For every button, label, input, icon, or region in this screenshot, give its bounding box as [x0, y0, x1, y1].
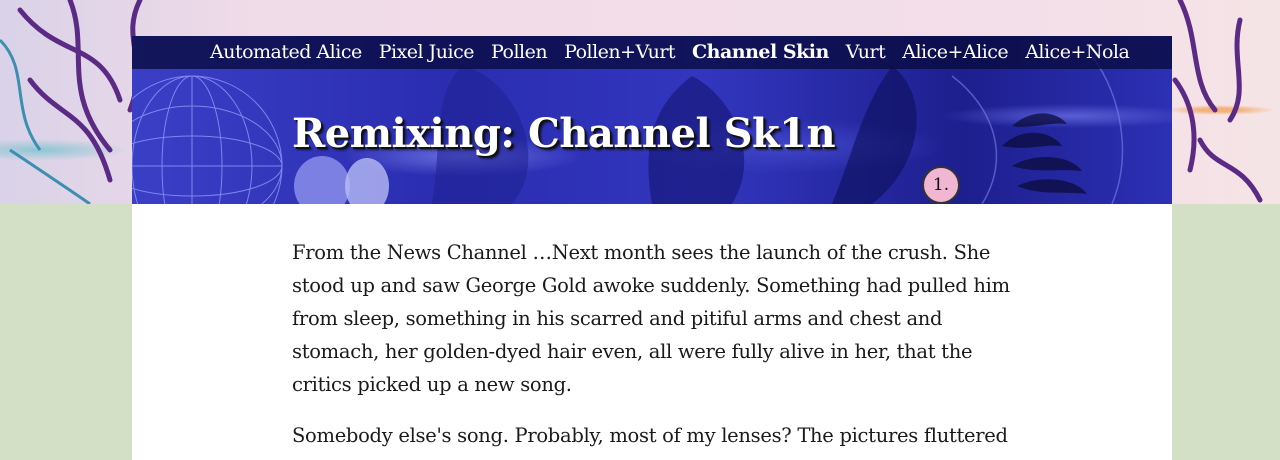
article-paragraph: Somebody else's song. Probably, most of … — [292, 424, 1008, 447]
nav-item-pixel-juice[interactable]: Pixel Juice — [373, 36, 480, 69]
top-navigation: Automated Alice Pixel Juice Pollen Pollen+V… — [132, 36, 1172, 69]
article-paragraph: From the News Channel …Next month sees t… — [292, 241, 1010, 396]
header-banner: Automated Alice Pixel Juice Pollen Pollen+V… — [132, 36, 1172, 204]
nav-item-vurt[interactable]: Vurt — [840, 36, 891, 69]
article-body: From the News Channel …Next month sees t… — [292, 236, 1012, 460]
nav-item-pollen[interactable]: Pollen — [485, 36, 553, 69]
nav-item-alice-alice[interactable]: Alice+Alice — [896, 36, 1014, 69]
page-title: Remixing: Channel Sk1n — [292, 110, 836, 157]
nav-item-alice-nola[interactable]: Alice+Nola — [1019, 36, 1135, 69]
main-content: From the News Channel …Next month sees t… — [132, 204, 1172, 460]
nav-item-automated-alice[interactable]: Automated Alice — [204, 36, 368, 69]
nav-item-channel-skin[interactable]: Channel Skin — [686, 36, 835, 69]
page-number-badge: 1. — [922, 166, 960, 204]
nav-item-pollen-vurt[interactable]: Pollen+Vurt — [558, 36, 681, 69]
nav-menu: Automated Alice Pixel Juice Pollen Pollen+V… — [204, 36, 1140, 69]
